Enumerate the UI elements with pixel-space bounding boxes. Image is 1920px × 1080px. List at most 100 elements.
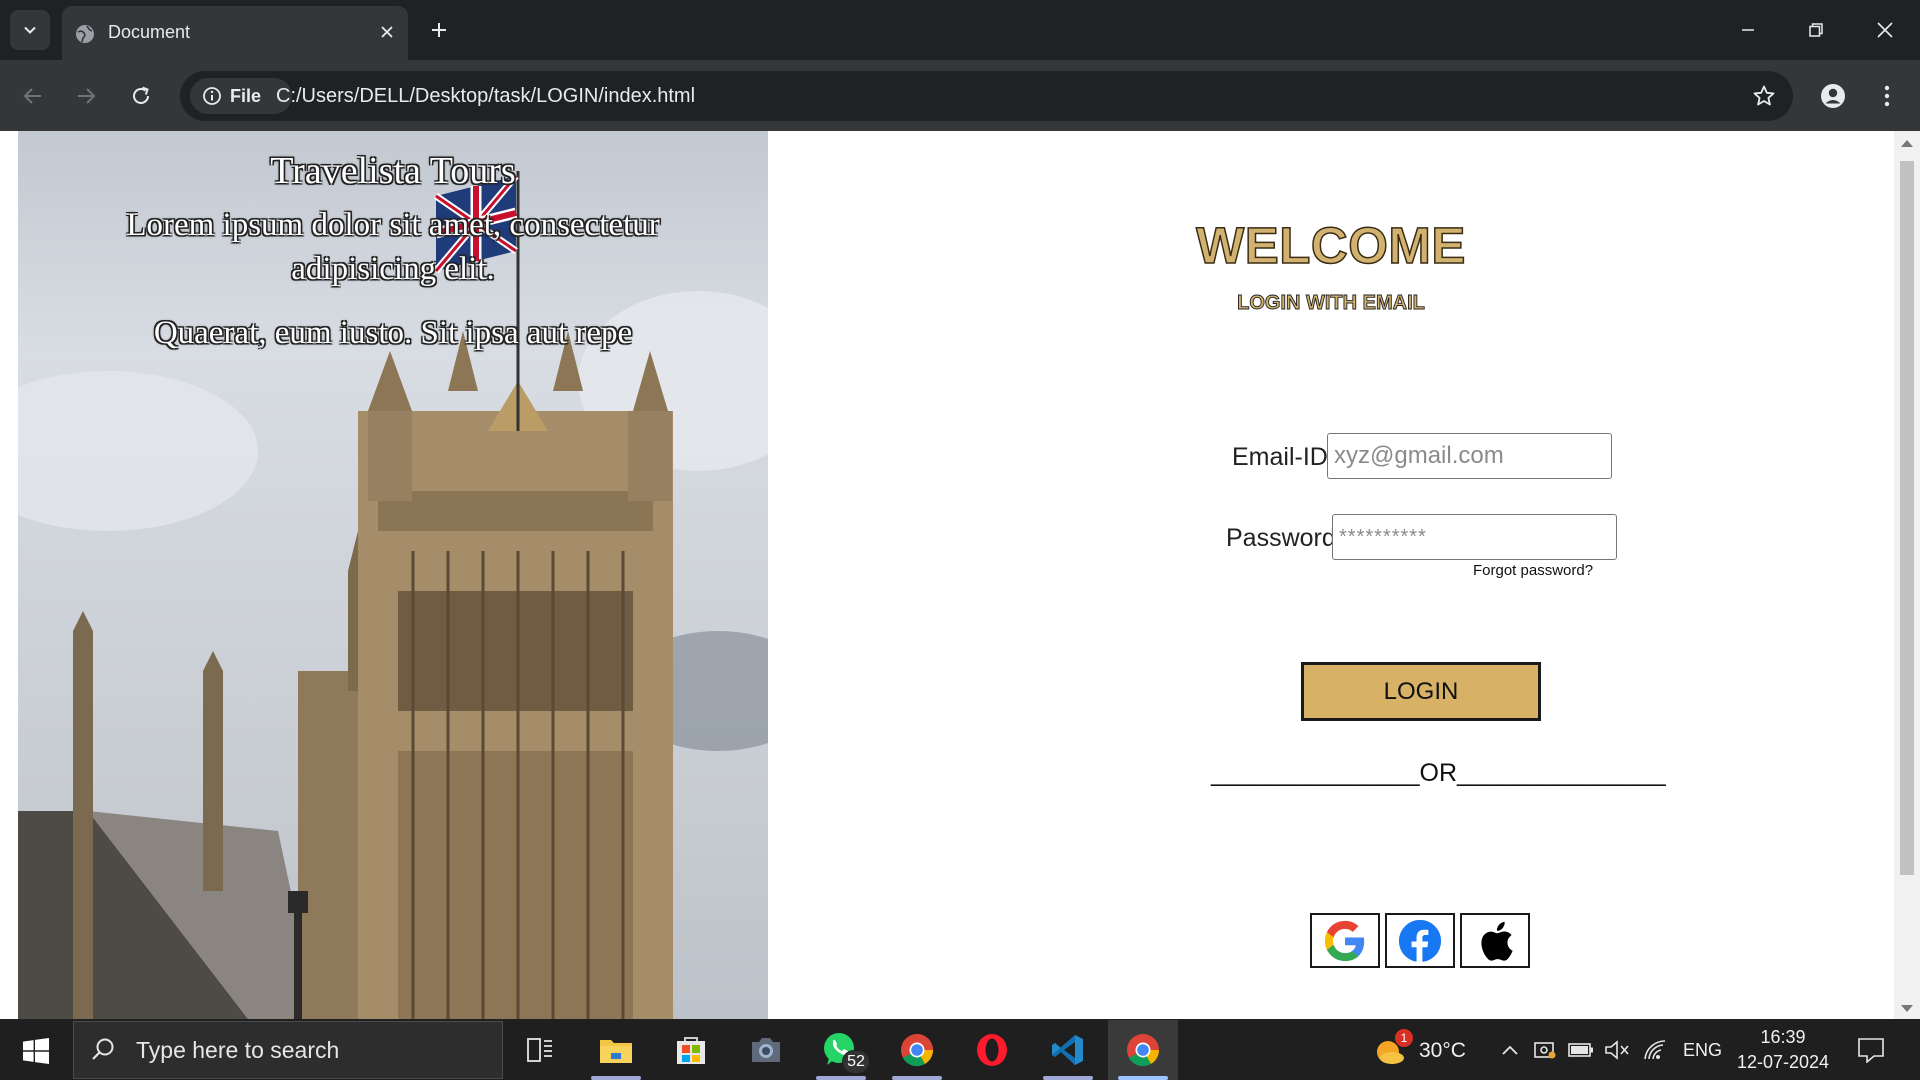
taskbar-chrome[interactable] bbox=[882, 1020, 952, 1080]
taskbar-opera[interactable] bbox=[957, 1020, 1027, 1080]
language-indicator[interactable]: ENG bbox=[1683, 1040, 1722, 1061]
network-indicator[interactable] bbox=[1640, 1020, 1670, 1080]
chevron-down-icon bbox=[24, 26, 36, 34]
wifi-icon bbox=[1644, 1040, 1666, 1060]
or-divider: _______________OR_______________ bbox=[1211, 759, 1666, 787]
taskbar-search-box[interactable]: Type here to search bbox=[73, 1021, 503, 1079]
globe-icon bbox=[76, 25, 94, 43]
store-icon bbox=[677, 1037, 705, 1064]
hero-image-panel: Travelista Tours Lorem ipsum dolor sit a… bbox=[18, 131, 768, 1019]
notification-center-button[interactable] bbox=[1846, 1020, 1896, 1080]
arrow-left-icon bbox=[23, 88, 41, 104]
apple-icon bbox=[1481, 921, 1513, 961]
browser-tab[interactable]: Document bbox=[62, 6, 408, 60]
taskbar-file-explorer[interactable] bbox=[581, 1020, 651, 1080]
page-scrollbar[interactable] bbox=[1894, 131, 1920, 1019]
url-text: C:/Users/DELL/Desktop/task/LOGIN/index.h… bbox=[276, 85, 696, 107]
taskbar-search-placeholder: Type here to search bbox=[136, 1036, 340, 1063]
scroll-down-arrow[interactable] bbox=[1901, 1005, 1913, 1012]
login-button[interactable]: LOGIN bbox=[1301, 662, 1541, 721]
restore-button[interactable] bbox=[1793, 10, 1839, 50]
clock-time: 16:39 bbox=[1760, 1027, 1806, 1047]
more-vertical-icon bbox=[1884, 85, 1890, 107]
info-icon bbox=[203, 87, 221, 105]
vscode-icon bbox=[1052, 1035, 1083, 1065]
start-button[interactable] bbox=[14, 1032, 58, 1070]
clock[interactable]: 16:39 12-07-2024 bbox=[1725, 1025, 1841, 1075]
notification-icon bbox=[1858, 1038, 1884, 1063]
hero-subtitle-line2: Quaerat, eum iusto. Sit ipsa aut repe bbox=[153, 315, 633, 351]
clock-date: 12-07-2024 bbox=[1736, 1052, 1830, 1072]
running-indicator bbox=[892, 1076, 942, 1080]
close-window-button[interactable] bbox=[1862, 10, 1908, 50]
email-label: Email-ID bbox=[1232, 443, 1328, 471]
browser-menu-button[interactable] bbox=[1867, 76, 1907, 116]
show-hidden-icons-button[interactable] bbox=[1495, 1020, 1525, 1080]
scroll-up-arrow[interactable] bbox=[1901, 140, 1913, 147]
taskbar-chrome-active[interactable] bbox=[1108, 1020, 1178, 1080]
opera-icon bbox=[977, 1034, 1007, 1066]
close-icon bbox=[1877, 22, 1893, 38]
arrow-right-icon bbox=[78, 88, 96, 104]
password-field[interactable]: ********** bbox=[1332, 514, 1617, 560]
running-indicator bbox=[591, 1076, 641, 1080]
minimize-button[interactable] bbox=[1725, 10, 1771, 50]
camera-icon bbox=[752, 1038, 780, 1062]
forgot-password-link[interactable]: Forgot password? bbox=[1473, 562, 1593, 579]
volume-muted-icon bbox=[1605, 1040, 1629, 1060]
google-login-button[interactable] bbox=[1310, 913, 1380, 968]
running-indicator bbox=[1118, 1076, 1168, 1080]
plus-icon bbox=[432, 23, 446, 37]
battery-indicator[interactable] bbox=[1566, 1020, 1596, 1080]
hero-title: Travelista Tours bbox=[270, 150, 516, 192]
browser-toolbar: File C:/Users/DELL/Desktop/task/LOGIN/in… bbox=[0, 60, 1920, 131]
star-icon bbox=[1753, 85, 1775, 106]
forward-button[interactable] bbox=[66, 76, 106, 116]
volume-control[interactable] bbox=[1602, 1020, 1632, 1080]
site-chip-label: File bbox=[230, 85, 262, 106]
profile-icon bbox=[1821, 84, 1845, 108]
scroll-thumb[interactable] bbox=[1900, 161, 1914, 875]
windows-logo-icon bbox=[23, 1038, 49, 1064]
welcome-heading: WELCOME bbox=[1195, 216, 1466, 275]
login-form: WELCOME LOGIN WITH EMAIL Email-ID xyz@gm… bbox=[768, 131, 1894, 1019]
address-bar[interactable]: File C:/Users/DELL/Desktop/task/LOGIN/in… bbox=[180, 71, 1793, 121]
taskbar-ms-store[interactable] bbox=[656, 1020, 726, 1080]
back-button[interactable] bbox=[13, 76, 53, 116]
meet-now-icon bbox=[1534, 1042, 1556, 1059]
taskbar-vscode[interactable] bbox=[1033, 1020, 1103, 1080]
temperature-text[interactable]: 30°C bbox=[1419, 1039, 1466, 1063]
restore-icon bbox=[1809, 23, 1823, 37]
tray-device-icon[interactable] bbox=[1530, 1020, 1560, 1080]
tab-close-button[interactable] bbox=[374, 19, 400, 45]
tab-search-button[interactable] bbox=[10, 10, 50, 50]
task-view-icon bbox=[527, 1038, 552, 1062]
folder-icon bbox=[600, 1040, 632, 1063]
apple-login-button[interactable] bbox=[1460, 913, 1530, 968]
close-icon bbox=[381, 26, 393, 38]
reload-icon bbox=[133, 86, 149, 104]
reload-button[interactable] bbox=[121, 76, 161, 116]
weather-badge: 1 bbox=[1395, 1029, 1413, 1047]
weather-widget[interactable]: 1 bbox=[1365, 1020, 1415, 1080]
facebook-login-button[interactable] bbox=[1385, 913, 1455, 968]
google-icon bbox=[1324, 920, 1365, 961]
hero-text-block: Travelista Tours Lorem ipsum dolor sit a… bbox=[18, 149, 768, 355]
bookmark-button[interactable] bbox=[1749, 81, 1779, 111]
new-tab-button[interactable] bbox=[424, 15, 454, 45]
minimize-icon bbox=[1742, 29, 1754, 31]
task-view-button[interactable] bbox=[505, 1020, 575, 1080]
facebook-icon bbox=[1398, 919, 1442, 962]
search-icon bbox=[92, 1038, 114, 1060]
email-field[interactable]: xyz@gmail.com bbox=[1327, 433, 1612, 479]
chevron-up-icon bbox=[1502, 1045, 1518, 1055]
whatsapp-notification-badge: 52 bbox=[842, 1050, 870, 1074]
web-page: Travelista Tours Lorem ipsum dolor sit a… bbox=[0, 131, 1920, 1019]
login-subheading: LOGIN WITH EMAIL bbox=[1237, 292, 1426, 315]
profile-button[interactable] bbox=[1813, 76, 1853, 116]
taskbar-whatsapp[interactable]: 52 bbox=[806, 1020, 876, 1080]
taskbar-camera[interactable] bbox=[731, 1020, 801, 1080]
password-label: Password bbox=[1226, 524, 1336, 552]
chrome-icon bbox=[901, 1034, 934, 1067]
running-indicator bbox=[1043, 1076, 1093, 1080]
